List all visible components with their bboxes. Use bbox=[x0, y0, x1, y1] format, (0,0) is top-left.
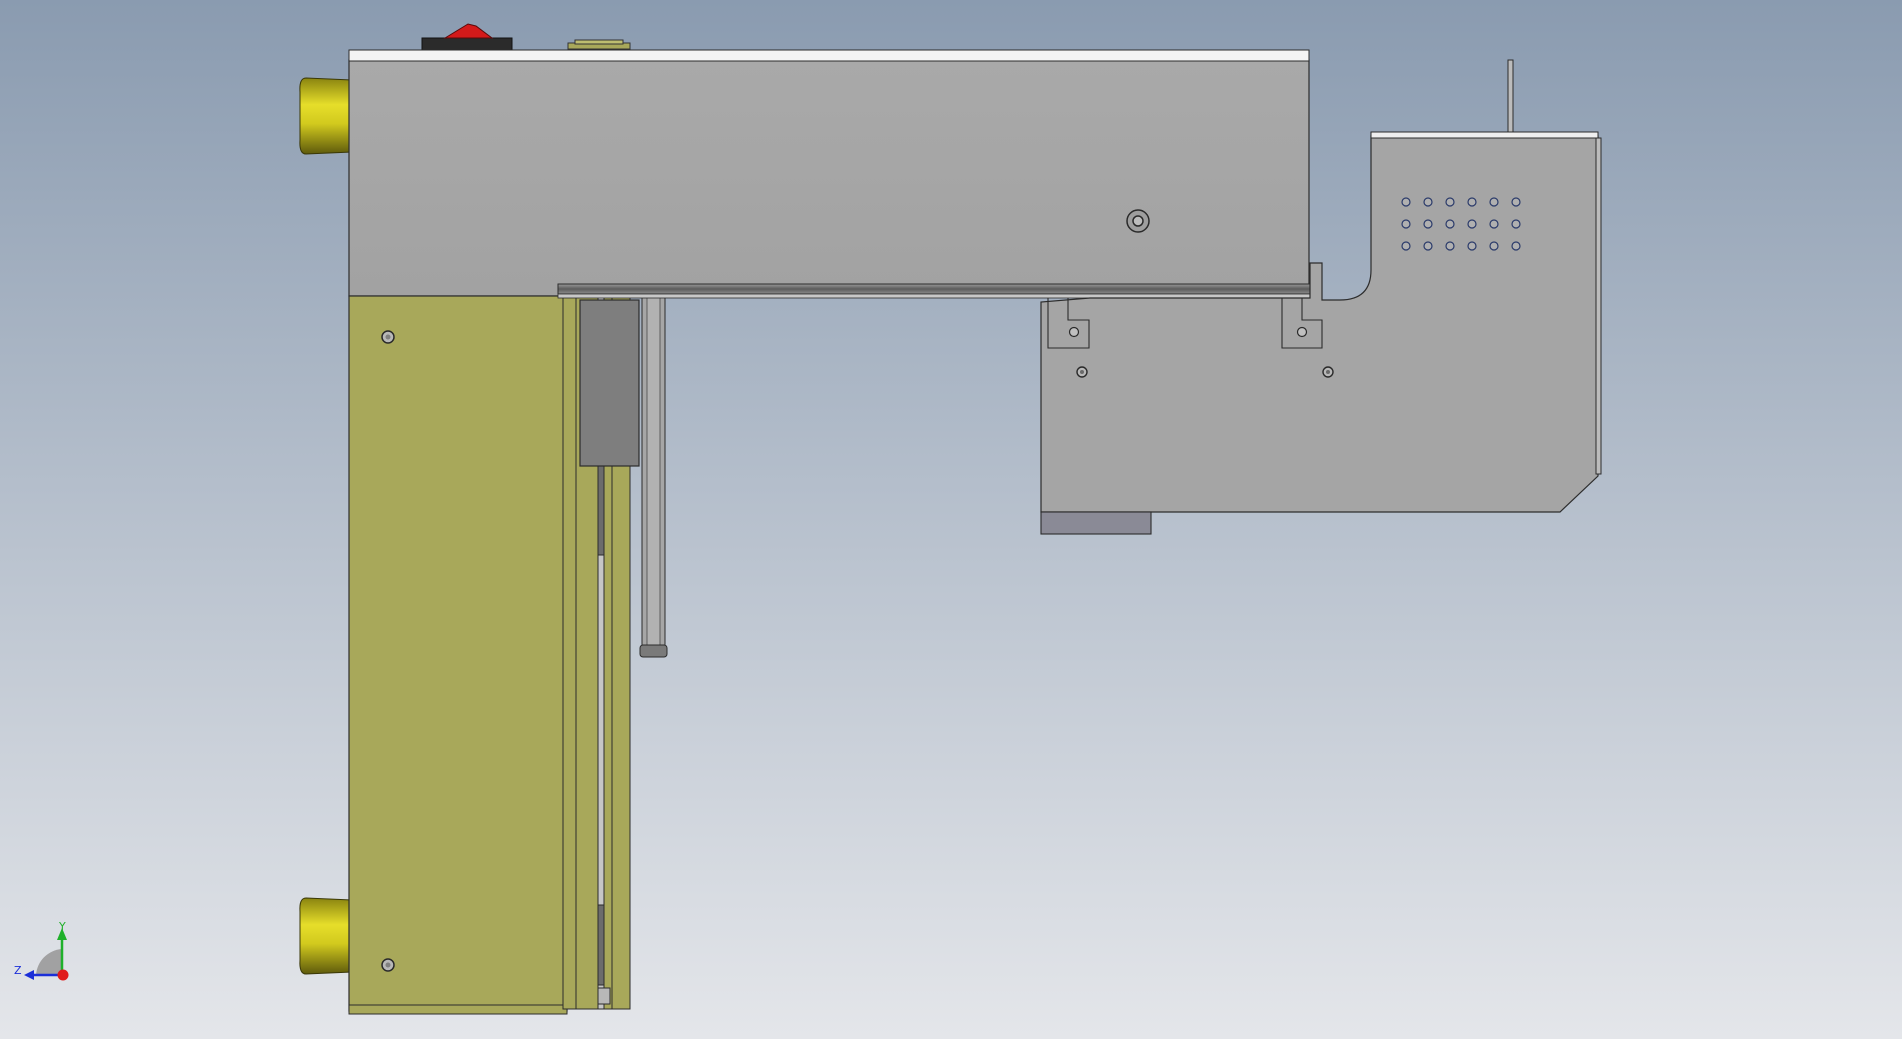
vent-hole bbox=[1489, 241, 1499, 251]
vent-hole bbox=[1489, 219, 1499, 229]
vent-hole bbox=[1423, 219, 1433, 229]
cad-graphics-viewport[interactable]: Y Z bbox=[0, 0, 1902, 1039]
y-axis-label: Y bbox=[58, 920, 66, 933]
vent-hole bbox=[1511, 197, 1521, 207]
vent-hole bbox=[1401, 241, 1411, 251]
vent-hole bbox=[1423, 197, 1433, 207]
vent-hole bbox=[1467, 219, 1477, 229]
vent-hole bbox=[1423, 241, 1433, 251]
vent-hole bbox=[1445, 219, 1455, 229]
z-axis-label: Z bbox=[14, 964, 22, 977]
top-bracket bbox=[567, 39, 631, 50]
vent-hole bbox=[1511, 241, 1521, 251]
vent-hole bbox=[1401, 219, 1411, 229]
dark-slide-block bbox=[579, 299, 640, 467]
vent-hole bbox=[1511, 219, 1521, 229]
x-axis-dot bbox=[57, 969, 69, 981]
vertical-rod bbox=[639, 294, 668, 658]
vent-hole bbox=[1401, 197, 1411, 207]
yellow-knob-upper bbox=[299, 77, 353, 155]
horizontal-rail bbox=[557, 283, 1311, 299]
vent-hole bbox=[1445, 241, 1455, 251]
main-upper-housing bbox=[348, 49, 1310, 297]
vent-hole bbox=[1467, 197, 1477, 207]
cad-model-canvas[interactable]: Y Z bbox=[0, 0, 1902, 1039]
vent-hole bbox=[1445, 197, 1455, 207]
vent-hole bbox=[1467, 241, 1477, 251]
yellow-knob-lower bbox=[299, 897, 353, 975]
vent-hole bbox=[1489, 197, 1499, 207]
